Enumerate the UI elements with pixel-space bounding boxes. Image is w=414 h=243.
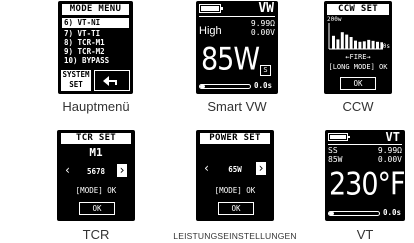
chevron-right-icon[interactable]: ›: [256, 162, 266, 175]
ccw-fire-label: ←FIRE→: [345, 53, 371, 61]
mode-label: VW: [258, 1, 274, 16]
mode-menu-screen: MODE MENU 6) VT-NI 7) VT-TI 8) TCR-M1 9)…: [58, 1, 133, 94]
mode-menu-item[interactable]: 7) VT-TI: [64, 29, 100, 38]
caption-vt: VT: [356, 227, 374, 242]
tcr-screen: TCR SET M1 ‹ 5678 › [MODE] OK OK: [57, 130, 135, 221]
ccw-bar: [332, 35, 335, 49]
resistance-value: 9.99Ω: [250, 19, 275, 28]
back-button[interactable]: [94, 70, 130, 91]
ccw-bar: [358, 41, 362, 49]
power-set-ok-button[interactable]: OK: [218, 202, 254, 215]
caption-ccw: CCW: [342, 99, 374, 114]
header-divider: [199, 16, 275, 17]
mode-menu-item[interactable]: 9) TCR-M2: [64, 47, 105, 56]
vt-material: SS: [328, 146, 338, 155]
ccw-bar: [362, 41, 366, 49]
vt-time: 0.0s: [383, 208, 402, 217]
mode-menu-item-label: 6) VT-NI: [64, 18, 101, 27]
vt-resistance: 9.99Ω: [377, 146, 402, 155]
header-divider: [328, 144, 402, 145]
smart-badge: S: [260, 65, 271, 76]
voltage-value: 0.00V: [250, 28, 275, 37]
ccw-bar: [349, 37, 353, 49]
power-set-screen: POWER SET ‹ 65W › [MODE] OK OK: [196, 130, 274, 221]
ccw-bar: [345, 34, 349, 49]
tcr-mode: M1: [89, 146, 103, 159]
power-value: 85W: [201, 42, 260, 78]
ccw-bar: [354, 40, 357, 49]
vt-temperature: 230°F: [329, 167, 405, 203]
ccw-bar: [340, 32, 344, 49]
ccw-bar: [371, 40, 375, 49]
tcr-mode-ok: [MODE] OK: [75, 186, 117, 195]
battery-icon: [328, 133, 350, 141]
vt-mode-label: VT: [385, 130, 400, 144]
tcr-title: TCR SET: [61, 133, 131, 144]
power-set-title: POWER SET: [200, 133, 270, 144]
ccw-title: CCW SET: [327, 4, 389, 15]
ccw-bar-graph: [328, 23, 383, 50]
ccw-long-mode: [LONG MODE] OK: [328, 63, 388, 71]
chevron-right-icon[interactable]: ›: [117, 164, 127, 177]
mode-menu-item-selected[interactable]: 6) VT-NI: [62, 18, 129, 28]
system-set-label-1: SYSTEM: [62, 70, 90, 79]
power-set-mode-ok: [MODE] OK: [214, 186, 256, 195]
ccw-ok-button[interactable]: OK: [340, 77, 376, 90]
vt-screen: VT SS 9.99Ω 85W 0.00V 230°F 0.0s: [325, 130, 405, 221]
ccw-bar: [376, 41, 379, 49]
progress-bar: [328, 211, 380, 216]
system-set-button[interactable]: SYSTEM SET: [61, 70, 91, 91]
caption-smart-vw: Smart VW: [207, 99, 267, 114]
caption-power-settings: LEISTUNGSEINSTELLUNGEN: [173, 231, 297, 241]
back-arrow-icon: [103, 76, 117, 86]
caption-main-menu: Hauptmenü: [62, 99, 130, 114]
mode-menu-item[interactable]: 10) BYPASS: [64, 56, 109, 65]
vt-voltage: 0.00V: [377, 155, 402, 164]
system-set-label-2: SET: [69, 80, 83, 89]
vt-power: 85W: [328, 155, 343, 164]
caption-tcr: TCR: [82, 227, 110, 242]
mode-menu-item[interactable]: 8) TCR-M1: [64, 38, 105, 47]
ccw-top-label: 200w: [327, 16, 342, 23]
smart-vw-screen: VW High 9.99Ω 0.00V 85W S 0.0s: [196, 1, 278, 94]
ccw-bar: [336, 39, 340, 49]
battery-icon: [199, 4, 223, 13]
ccw-screen: CCW SET 200w 0s ←FIRE→ [LONG MODE] OK OK: [324, 1, 392, 94]
ccw-right-label: 0s: [382, 43, 390, 50]
mode-menu-title: MODE MENU: [62, 4, 129, 15]
level-label: High: [199, 25, 222, 37]
time-value: 0.0s: [254, 81, 273, 90]
progress-bar: [199, 84, 251, 89]
tcr-ok-button[interactable]: OK: [79, 202, 115, 215]
ccw-bar: [367, 39, 371, 49]
